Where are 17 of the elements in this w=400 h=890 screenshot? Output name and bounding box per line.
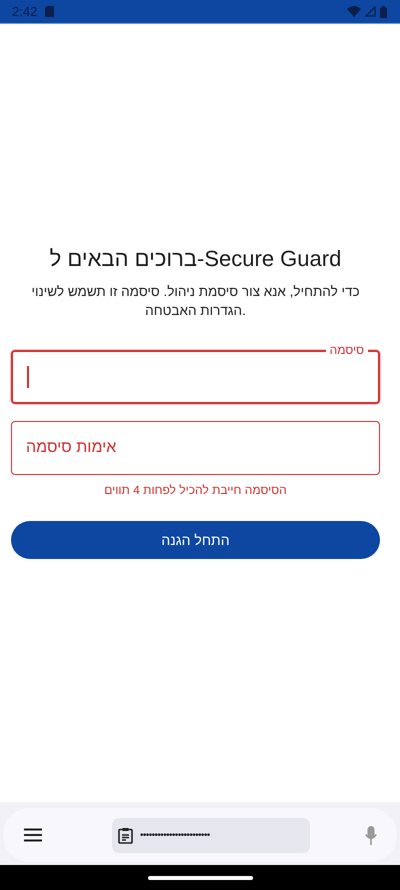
password-field[interactable]: אימות סיסמה [11, 421, 380, 475]
battery-icon [380, 6, 387, 18]
menu-icon[interactable] [23, 828, 43, 842]
error-message: הסיסמה חייבת להכיל לפחות 4 תווים [104, 483, 287, 497]
sd-card-icon [45, 6, 54, 17]
signal-icon [365, 6, 376, 17]
text-cursor [27, 366, 29, 388]
home-indicator[interactable] [148, 876, 252, 880]
microphone-icon[interactable] [365, 826, 377, 844]
wifi-icon [347, 6, 361, 17]
clipboard-suggestion[interactable]: •••••••••••••••••••••••• [112, 818, 310, 852]
field-placeholder: אימות סיסמה [26, 439, 116, 457]
clipboard-icon [118, 826, 133, 844]
welcome-title: ברוכים הבאים ל-Secure Guard [50, 246, 342, 272]
status-time: 2:42 [12, 4, 38, 19]
start-protection-button[interactable]: התחל הגנה [11, 521, 380, 559]
instruction-text: כדי להתחיל, אנא צור סיסמת ניהול. סיסמה זו תשמש לשינוי הגדרות האבטחה. [30, 283, 361, 320]
